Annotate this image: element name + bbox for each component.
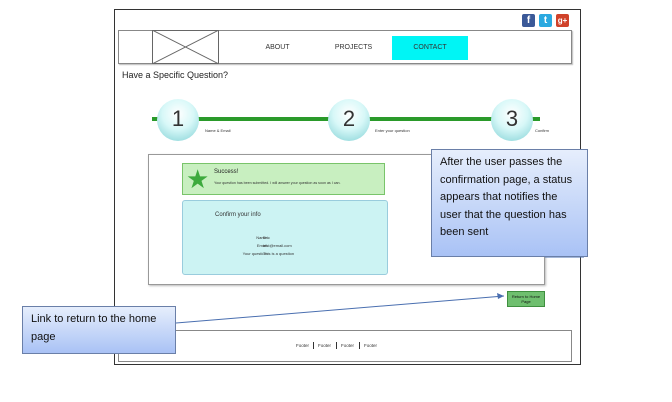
home-link-callout: Link to return to the home page (22, 306, 176, 354)
status-callout: After the user passes the confirmation p… (431, 149, 588, 257)
